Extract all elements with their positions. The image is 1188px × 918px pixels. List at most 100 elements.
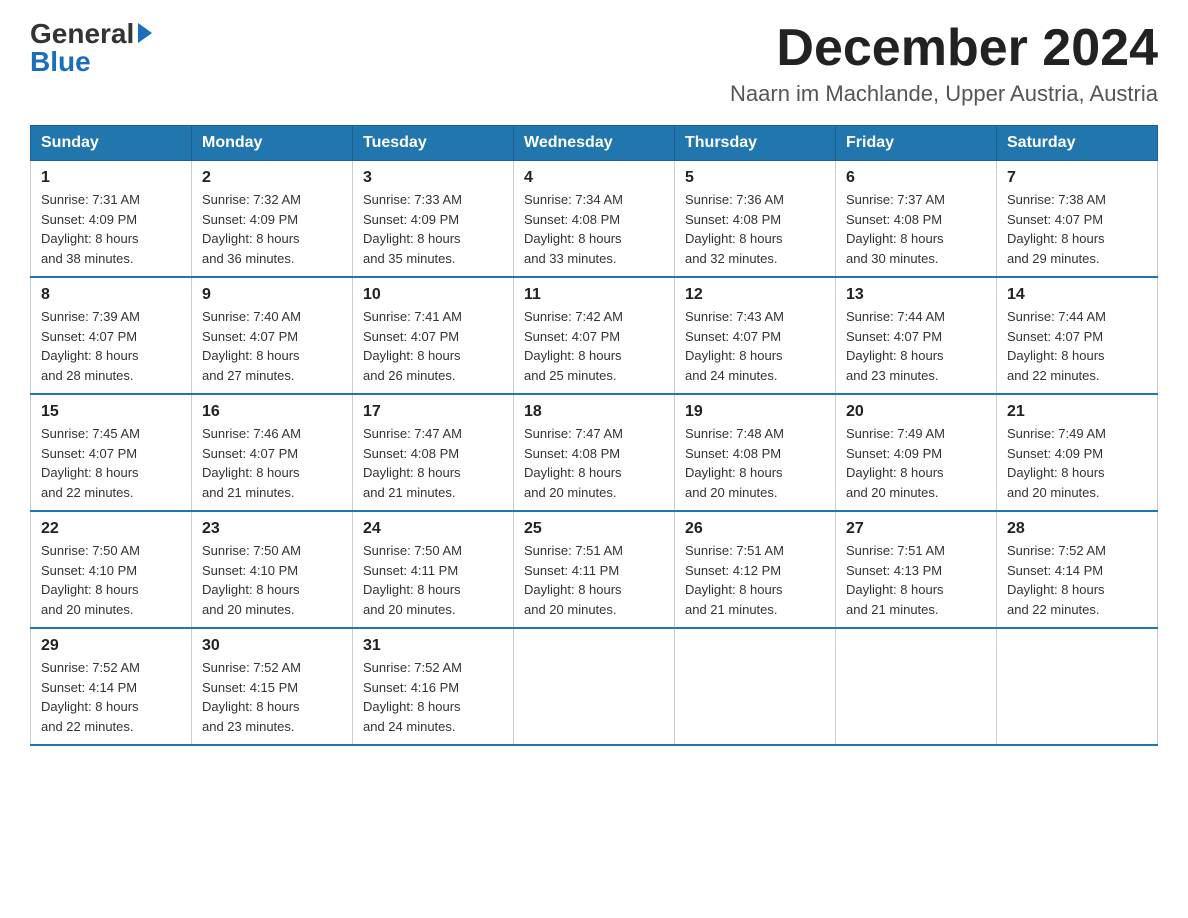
day-number: 21 <box>1007 403 1147 421</box>
day-info: Sunrise: 7:44 AM Sunset: 4:07 PM Dayligh… <box>846 307 986 385</box>
day-number: 10 <box>363 286 503 304</box>
calendar-week-5: 29 Sunrise: 7:52 AM Sunset: 4:14 PM Dayl… <box>31 628 1158 745</box>
col-header-tuesday: Tuesday <box>353 126 514 161</box>
day-info: Sunrise: 7:33 AM Sunset: 4:09 PM Dayligh… <box>363 190 503 268</box>
day-info: Sunrise: 7:50 AM Sunset: 4:10 PM Dayligh… <box>41 541 181 619</box>
day-info: Sunrise: 7:52 AM Sunset: 4:15 PM Dayligh… <box>202 658 342 736</box>
calendar-day-18: 18 Sunrise: 7:47 AM Sunset: 4:08 PM Dayl… <box>514 394 675 511</box>
day-number: 9 <box>202 286 342 304</box>
day-number: 28 <box>1007 520 1147 538</box>
calendar-day-15: 15 Sunrise: 7:45 AM Sunset: 4:07 PM Dayl… <box>31 394 192 511</box>
calendar-day-5: 5 Sunrise: 7:36 AM Sunset: 4:08 PM Dayli… <box>675 161 836 278</box>
day-info: Sunrise: 7:40 AM Sunset: 4:07 PM Dayligh… <box>202 307 342 385</box>
day-info: Sunrise: 7:32 AM Sunset: 4:09 PM Dayligh… <box>202 190 342 268</box>
header: General Blue December 2024 Naarn im Mach… <box>30 20 1158 107</box>
calendar-week-2: 8 Sunrise: 7:39 AM Sunset: 4:07 PM Dayli… <box>31 277 1158 394</box>
day-info: Sunrise: 7:49 AM Sunset: 4:09 PM Dayligh… <box>1007 424 1147 502</box>
calendar-day-28: 28 Sunrise: 7:52 AM Sunset: 4:14 PM Dayl… <box>997 511 1158 628</box>
calendar-day-1: 1 Sunrise: 7:31 AM Sunset: 4:09 PM Dayli… <box>31 161 192 278</box>
calendar-day-19: 19 Sunrise: 7:48 AM Sunset: 4:08 PM Dayl… <box>675 394 836 511</box>
calendar-day-4: 4 Sunrise: 7:34 AM Sunset: 4:08 PM Dayli… <box>514 161 675 278</box>
col-header-sunday: Sunday <box>31 126 192 161</box>
day-number: 20 <box>846 403 986 421</box>
day-number: 22 <box>41 520 181 538</box>
calendar-day-20: 20 Sunrise: 7:49 AM Sunset: 4:09 PM Dayl… <box>836 394 997 511</box>
day-number: 15 <box>41 403 181 421</box>
calendar-day-9: 9 Sunrise: 7:40 AM Sunset: 4:07 PM Dayli… <box>192 277 353 394</box>
day-info: Sunrise: 7:36 AM Sunset: 4:08 PM Dayligh… <box>685 190 825 268</box>
day-info: Sunrise: 7:45 AM Sunset: 4:07 PM Dayligh… <box>41 424 181 502</box>
day-info: Sunrise: 7:50 AM Sunset: 4:11 PM Dayligh… <box>363 541 503 619</box>
col-header-thursday: Thursday <box>675 126 836 161</box>
day-info: Sunrise: 7:31 AM Sunset: 4:09 PM Dayligh… <box>41 190 181 268</box>
calendar-day-29: 29 Sunrise: 7:52 AM Sunset: 4:14 PM Dayl… <box>31 628 192 745</box>
day-number: 14 <box>1007 286 1147 304</box>
calendar-week-3: 15 Sunrise: 7:45 AM Sunset: 4:07 PM Dayl… <box>31 394 1158 511</box>
day-number: 16 <box>202 403 342 421</box>
day-info: Sunrise: 7:43 AM Sunset: 4:07 PM Dayligh… <box>685 307 825 385</box>
month-title: December 2024 <box>730 20 1158 77</box>
calendar-day-16: 16 Sunrise: 7:46 AM Sunset: 4:07 PM Dayl… <box>192 394 353 511</box>
day-info: Sunrise: 7:47 AM Sunset: 4:08 PM Dayligh… <box>524 424 664 502</box>
day-number: 30 <box>202 637 342 655</box>
logo-general-text: General <box>30 20 134 48</box>
day-info: Sunrise: 7:51 AM Sunset: 4:13 PM Dayligh… <box>846 541 986 619</box>
calendar-day-10: 10 Sunrise: 7:41 AM Sunset: 4:07 PM Dayl… <box>353 277 514 394</box>
col-header-friday: Friday <box>836 126 997 161</box>
day-info: Sunrise: 7:44 AM Sunset: 4:07 PM Dayligh… <box>1007 307 1147 385</box>
calendar-day-12: 12 Sunrise: 7:43 AM Sunset: 4:07 PM Dayl… <box>675 277 836 394</box>
col-header-monday: Monday <box>192 126 353 161</box>
calendar-day-8: 8 Sunrise: 7:39 AM Sunset: 4:07 PM Dayli… <box>31 277 192 394</box>
day-info: Sunrise: 7:50 AM Sunset: 4:10 PM Dayligh… <box>202 541 342 619</box>
day-info: Sunrise: 7:41 AM Sunset: 4:07 PM Dayligh… <box>363 307 503 385</box>
calendar-day-30: 30 Sunrise: 7:52 AM Sunset: 4:15 PM Dayl… <box>192 628 353 745</box>
day-info: Sunrise: 7:39 AM Sunset: 4:07 PM Dayligh… <box>41 307 181 385</box>
calendar-header-row: SundayMondayTuesdayWednesdayThursdayFrid… <box>31 126 1158 161</box>
calendar-day-27: 27 Sunrise: 7:51 AM Sunset: 4:13 PM Dayl… <box>836 511 997 628</box>
day-info: Sunrise: 7:52 AM Sunset: 4:14 PM Dayligh… <box>1007 541 1147 619</box>
calendar-day-7: 7 Sunrise: 7:38 AM Sunset: 4:07 PM Dayli… <box>997 161 1158 278</box>
calendar-day-3: 3 Sunrise: 7:33 AM Sunset: 4:09 PM Dayli… <box>353 161 514 278</box>
day-info: Sunrise: 7:52 AM Sunset: 4:16 PM Dayligh… <box>363 658 503 736</box>
day-number: 8 <box>41 286 181 304</box>
calendar-day-24: 24 Sunrise: 7:50 AM Sunset: 4:11 PM Dayl… <box>353 511 514 628</box>
day-info: Sunrise: 7:51 AM Sunset: 4:12 PM Dayligh… <box>685 541 825 619</box>
calendar-day-31: 31 Sunrise: 7:52 AM Sunset: 4:16 PM Dayl… <box>353 628 514 745</box>
day-number: 1 <box>41 169 181 187</box>
calendar-day-11: 11 Sunrise: 7:42 AM Sunset: 4:07 PM Dayl… <box>514 277 675 394</box>
logo-arrow-icon <box>138 23 152 43</box>
col-header-wednesday: Wednesday <box>514 126 675 161</box>
day-number: 29 <box>41 637 181 655</box>
day-info: Sunrise: 7:34 AM Sunset: 4:08 PM Dayligh… <box>524 190 664 268</box>
day-number: 5 <box>685 169 825 187</box>
calendar-day-13: 13 Sunrise: 7:44 AM Sunset: 4:07 PM Dayl… <box>836 277 997 394</box>
day-number: 31 <box>363 637 503 655</box>
calendar-day-21: 21 Sunrise: 7:49 AM Sunset: 4:09 PM Dayl… <box>997 394 1158 511</box>
logo-blue-text: Blue <box>30 48 91 76</box>
day-number: 2 <box>202 169 342 187</box>
empty-cell <box>514 628 675 745</box>
day-info: Sunrise: 7:47 AM Sunset: 4:08 PM Dayligh… <box>363 424 503 502</box>
day-number: 25 <box>524 520 664 538</box>
day-number: 17 <box>363 403 503 421</box>
calendar-day-26: 26 Sunrise: 7:51 AM Sunset: 4:12 PM Dayl… <box>675 511 836 628</box>
day-number: 23 <box>202 520 342 538</box>
calendar-day-14: 14 Sunrise: 7:44 AM Sunset: 4:07 PM Dayl… <box>997 277 1158 394</box>
calendar-day-25: 25 Sunrise: 7:51 AM Sunset: 4:11 PM Dayl… <box>514 511 675 628</box>
day-info: Sunrise: 7:52 AM Sunset: 4:14 PM Dayligh… <box>41 658 181 736</box>
day-number: 27 <box>846 520 986 538</box>
day-info: Sunrise: 7:37 AM Sunset: 4:08 PM Dayligh… <box>846 190 986 268</box>
calendar-day-17: 17 Sunrise: 7:47 AM Sunset: 4:08 PM Dayl… <box>353 394 514 511</box>
day-number: 6 <box>846 169 986 187</box>
calendar-day-2: 2 Sunrise: 7:32 AM Sunset: 4:09 PM Dayli… <box>192 161 353 278</box>
calendar-day-23: 23 Sunrise: 7:50 AM Sunset: 4:10 PM Dayl… <box>192 511 353 628</box>
day-info: Sunrise: 7:38 AM Sunset: 4:07 PM Dayligh… <box>1007 190 1147 268</box>
empty-cell <box>836 628 997 745</box>
day-number: 18 <box>524 403 664 421</box>
day-info: Sunrise: 7:51 AM Sunset: 4:11 PM Dayligh… <box>524 541 664 619</box>
calendar-table: SundayMondayTuesdayWednesdayThursdayFrid… <box>30 125 1158 746</box>
title-area: December 2024 Naarn im Machlande, Upper … <box>730 20 1158 107</box>
day-number: 3 <box>363 169 503 187</box>
calendar-week-1: 1 Sunrise: 7:31 AM Sunset: 4:09 PM Dayli… <box>31 161 1158 278</box>
day-number: 13 <box>846 286 986 304</box>
